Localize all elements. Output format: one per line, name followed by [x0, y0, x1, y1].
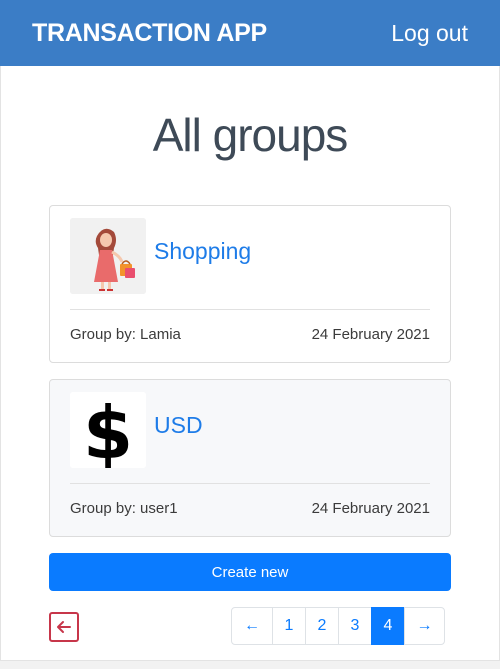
svg-text:$: $	[83, 392, 133, 468]
footer-strip	[0, 661, 500, 669]
card-divider	[70, 483, 430, 484]
pagination-next[interactable]: →	[404, 607, 445, 645]
card-divider	[70, 309, 430, 310]
pagination-page-2[interactable]: 2	[305, 607, 339, 645]
group-card-shopping: Shopping Group by: Lamia 24 February 202…	[49, 205, 451, 363]
group-date: 24 February 2021	[311, 326, 430, 343]
group-name-link[interactable]: USD	[154, 412, 203, 439]
group-card-usd: $ USD Group by: user1 24 February 2021	[49, 379, 451, 537]
group-date: 24 February 2021	[311, 500, 430, 517]
group-author: Group by: Lamia	[70, 326, 181, 343]
pagination-prev[interactable]: ←	[231, 607, 273, 645]
pagination-page-1[interactable]: 1	[272, 607, 306, 645]
create-new-button[interactable]: Create new	[49, 553, 451, 591]
navbar: TRANSACTION APP Log out	[0, 0, 500, 66]
shopping-woman-icon[interactable]	[70, 218, 146, 294]
group-name-link[interactable]: Shopping	[154, 238, 251, 265]
page-title: All groups	[152, 109, 349, 161]
group-author: Group by: user1	[70, 500, 178, 517]
arrow-left-box-icon[interactable]	[49, 612, 79, 642]
pagination: ← 1 2 3 4 →	[231, 607, 445, 645]
dollar-sign-icon[interactable]: $	[70, 392, 146, 468]
logout-link[interactable]: Log out	[391, 20, 468, 47]
pagination-page-3[interactable]: 3	[338, 607, 372, 645]
pagination-page-4[interactable]: 4	[371, 607, 405, 645]
brand-title[interactable]: TRANSACTION APP	[32, 19, 267, 48]
